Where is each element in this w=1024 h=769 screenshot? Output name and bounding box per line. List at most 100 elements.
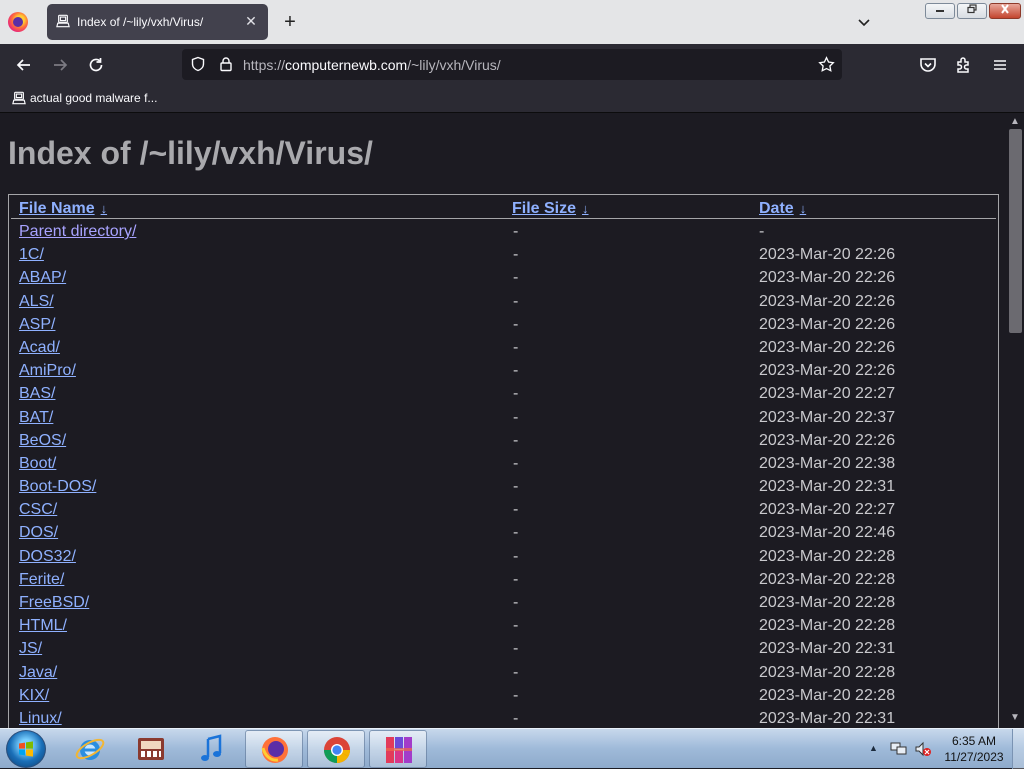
file-link[interactable]: ALS/ [19, 293, 54, 311]
reload-icon[interactable] [86, 55, 106, 75]
extensions-puzzle-icon[interactable] [954, 55, 974, 75]
taskbar-chrome[interactable] [307, 730, 365, 768]
table-row: HTML/ - 2023-Mar-20 22:28 [9, 616, 998, 639]
file-date: 2023-Mar-20 22:28 [759, 594, 896, 611]
file-size: - [513, 246, 519, 264]
table-row: Ferite/ - 2023-Mar-20 22:28 [9, 570, 998, 593]
pocket-icon[interactable] [918, 55, 938, 75]
tab-close-icon[interactable]: ✕ [243, 13, 259, 29]
file-link[interactable]: CSC/ [19, 501, 57, 519]
header-divider [11, 218, 996, 219]
file-link[interactable]: Acad/ [19, 339, 60, 357]
file-size: - [513, 454, 519, 472]
file-size: - [513, 223, 519, 240]
taskbar-internet-explorer[interactable] [61, 730, 119, 768]
file-size: - [513, 547, 519, 565]
file-date: 2023-Mar-20 22:31 [759, 640, 896, 658]
bookmark-label: actual good malware f... [30, 91, 158, 105]
file-link[interactable]: BeOS/ [19, 432, 66, 450]
system-clock[interactable]: 6:35 AM 11/27/2023 [938, 733, 1010, 765]
network-icon[interactable] [890, 741, 908, 757]
bookmark-item[interactable]: actual good malware f... [12, 91, 157, 108]
table-row: Parent directory/ - - [9, 222, 998, 245]
file-link[interactable]: Ferite/ [19, 571, 64, 589]
app-icon [386, 737, 412, 763]
file-link[interactable]: ASP/ [19, 316, 55, 334]
file-link[interactable]: Parent directory/ [19, 223, 136, 241]
column-header-file-name[interactable]: File Name ↓ [19, 200, 107, 218]
file-date: 2023-Mar-20 22:37 [759, 408, 896, 426]
show-desktop-button[interactable] [1012, 729, 1024, 769]
file-date: 2023-Mar-20 22:27 [759, 385, 896, 403]
table-row: ASP/ - 2023-Mar-20 22:26 [9, 315, 998, 338]
file-link[interactable]: DOS/ [19, 524, 58, 542]
show-hidden-icons-icon[interactable]: ▲ [869, 743, 878, 753]
window-restore-button[interactable] [957, 3, 987, 19]
file-link[interactable]: DOS32/ [19, 548, 76, 566]
column-label: File Name [19, 200, 95, 217]
file-link[interactable]: AmiPro/ [19, 362, 76, 380]
file-link[interactable]: ABAP/ [19, 269, 66, 287]
firefox-logo-icon[interactable] [8, 12, 28, 32]
hamburger-menu-icon[interactable] [990, 55, 1010, 75]
file-date: 2023-Mar-20 22:26 [759, 315, 896, 333]
file-link[interactable]: Boot-DOS/ [19, 478, 96, 496]
file-link[interactable]: JS/ [19, 640, 42, 658]
file-date: 2023-Mar-20 22:28 [759, 547, 896, 565]
scrollbar-thumb[interactable] [1009, 129, 1022, 333]
file-link[interactable]: FreeBSD/ [19, 594, 89, 612]
file-link[interactable]: Java/ [19, 664, 57, 682]
scroll-up-arrow-icon[interactable]: ▲ [1010, 116, 1020, 127]
sort-arrow-icon: ↓ [100, 201, 108, 216]
column-header-file-size[interactable]: File Size ↓ [512, 200, 589, 218]
taskbar-itunes[interactable] [183, 730, 241, 768]
bookmark-star-icon[interactable] [818, 56, 835, 73]
file-link[interactable]: HTML/ [19, 617, 67, 635]
table-row: Java/ - 2023-Mar-20 22:28 [9, 663, 998, 686]
bookmarks-toolbar: actual good malware f... [0, 86, 1024, 113]
lock-icon[interactable] [218, 56, 234, 72]
volume-muted-icon[interactable] [914, 741, 932, 757]
windows-logo-icon [19, 741, 33, 757]
table-row: Boot/ - 2023-Mar-20 22:38 [9, 454, 998, 477]
back-arrow-icon[interactable] [14, 55, 34, 75]
taskbar-app[interactable] [369, 730, 427, 768]
new-tab-button[interactable]: + [280, 12, 300, 32]
column-header-date[interactable]: Date ↓ [759, 200, 806, 218]
tab-active[interactable]: Index of /~lily/vxh/Virus/ ✕ [47, 4, 268, 40]
chevron-down-icon[interactable] [854, 12, 874, 32]
url-bar[interactable]: https://computernewb.com/~lily/vxh/Virus… [182, 49, 842, 80]
forward-arrow-icon[interactable] [50, 55, 70, 75]
file-size: - [513, 431, 519, 449]
table-row: FreeBSD/ - 2023-Mar-20 22:28 [9, 593, 998, 616]
vertical-scrollbar[interactable]: ▲ ▼ [1006, 113, 1024, 728]
scroll-down-arrow-icon[interactable]: ▼ [1010, 712, 1020, 723]
file-date: 2023-Mar-20 22:27 [759, 501, 896, 519]
clock-time: 6:35 AM [951, 734, 997, 748]
file-link[interactable]: BAS/ [19, 385, 55, 403]
start-button[interactable] [6, 730, 46, 768]
file-size: - [513, 315, 519, 333]
table-row: DOS/ - 2023-Mar-20 22:46 [9, 523, 998, 546]
tracking-protection-shield-icon[interactable] [190, 56, 206, 72]
file-link[interactable]: 1C/ [19, 246, 44, 264]
table-row: BeOS/ - 2023-Mar-20 22:26 [9, 431, 998, 454]
file-link[interactable]: KIX/ [19, 687, 49, 705]
taskbar-media-player[interactable] [122, 730, 180, 768]
file-size: - [513, 524, 519, 542]
file-date: 2023-Mar-20 22:28 [759, 686, 896, 704]
file-date: 2023-Mar-20 22:26 [759, 269, 896, 287]
window-minimize-button[interactable] [925, 3, 955, 19]
table-row: 1C/ - 2023-Mar-20 22:26 [9, 245, 998, 268]
table-row: Boot-DOS/ - 2023-Mar-20 22:31 [9, 477, 998, 500]
window-close-button[interactable] [989, 3, 1021, 19]
taskbar-firefox[interactable] [245, 730, 303, 768]
minimize-icon [936, 10, 944, 12]
url-text[interactable]: https://computernewb.com/~lily/vxh/Virus… [243, 57, 501, 73]
directory-listing-table: File Name ↓ File Size ↓ Date ↓ Parent direc… [8, 194, 999, 728]
file-link[interactable]: BAT/ [19, 409, 53, 427]
file-size: - [513, 663, 519, 681]
file-link[interactable]: Boot/ [19, 455, 56, 473]
file-link[interactable]: Linux/ [19, 710, 62, 728]
table-row: Acad/ - 2023-Mar-20 22:26 [9, 338, 998, 361]
